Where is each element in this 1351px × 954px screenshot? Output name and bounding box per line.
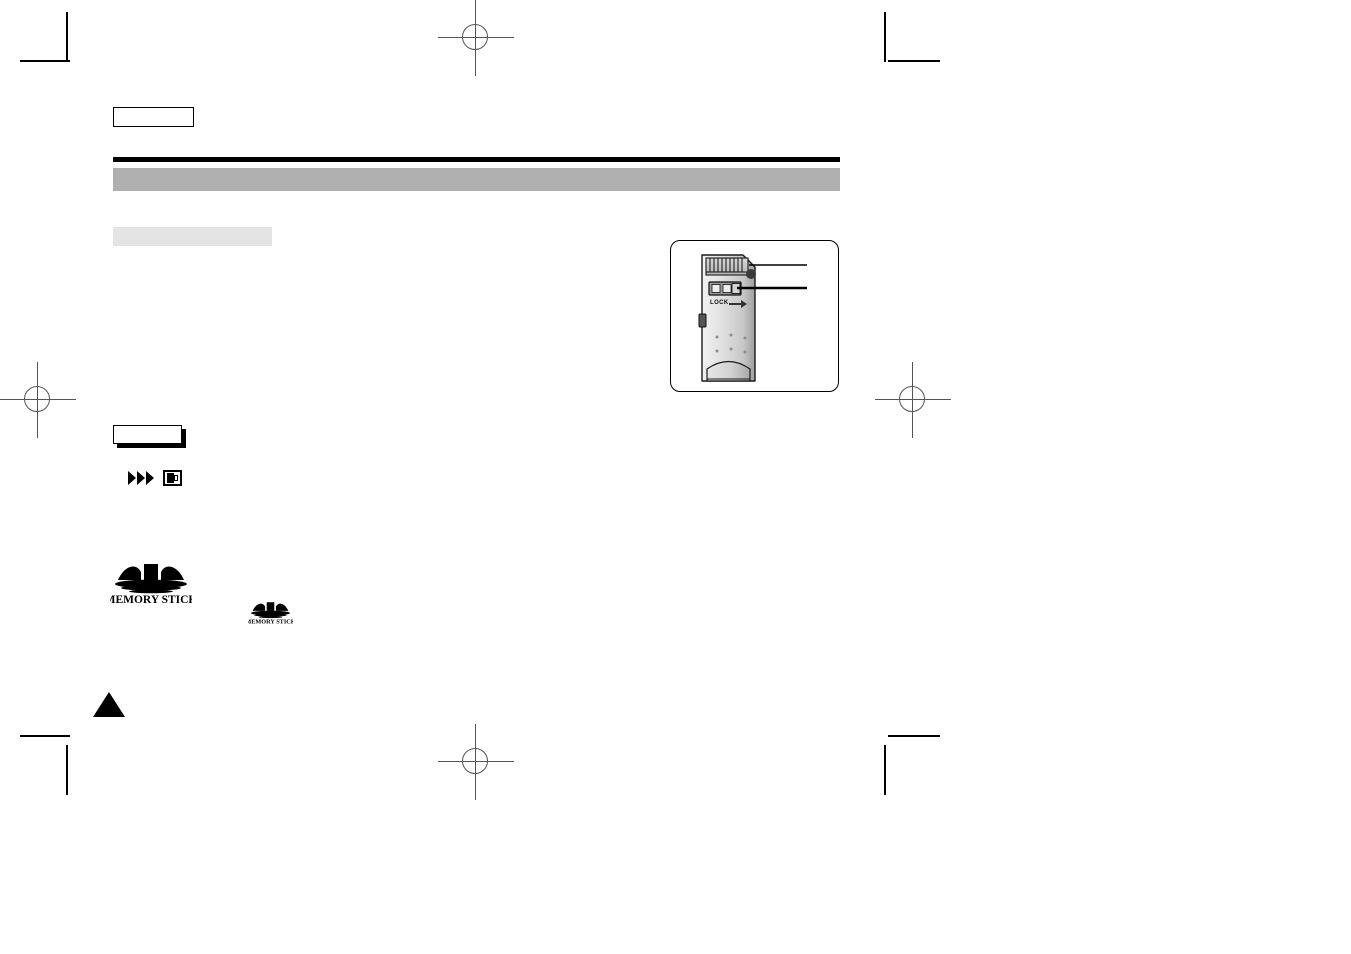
lock-label: LOCK (710, 300, 729, 306)
section-banner (113, 168, 840, 191)
header-rule (113, 157, 840, 162)
memory-stick-logo-small-text: MEMORY STICK (248, 618, 293, 625)
registration-circle (462, 24, 488, 50)
symbol-row (128, 470, 182, 486)
memory-stick-logo-large: MEMORY STICK (110, 558, 192, 606)
note-box (113, 425, 182, 444)
memory-card-icon-fill (167, 473, 174, 483)
triangle-arrow-icon (146, 471, 154, 485)
memory-card-icon (163, 470, 182, 486)
registration-mark-bottom-center (438, 724, 514, 800)
registration-circle (899, 386, 925, 412)
callout-anchor-dot (746, 269, 756, 279)
crop-mark-top-right-horizontal (888, 60, 940, 62)
memory-stick-card-diagram: LOCK (698, 254, 807, 382)
memory-stick-logo-small: MEMORY STICK (248, 599, 293, 625)
crop-mark-top-left-horizontal (20, 60, 70, 62)
crop-mark-top-right-vertical (884, 12, 886, 62)
document-page: MEMORY STICK MEMORY STICK (0, 0, 1351, 954)
registration-circle (24, 386, 50, 412)
subsection-header (113, 227, 272, 246)
crop-mark-bottom-right-horizontal (888, 735, 940, 737)
write-protect-switch-slot-left (711, 284, 721, 293)
header-chip-box (113, 107, 194, 127)
crop-mark-bottom-left-horizontal (20, 735, 70, 737)
registration-mark-right-middle (875, 362, 951, 438)
registration-mark-top-center (438, 0, 514, 76)
fast-forward-arrows-icon (128, 471, 154, 485)
memory-stick-logo-large-text: MEMORY STICK (110, 594, 192, 606)
triangle-arrow-icon (128, 471, 136, 485)
registration-mark-left-middle (0, 362, 76, 438)
crop-mark-top-left-vertical (66, 12, 68, 62)
card-side-notch (698, 313, 707, 328)
page-corner-triangle (93, 692, 125, 717)
illustration-panel: LOCK (670, 240, 839, 392)
write-protect-switch-slot-right (722, 284, 732, 293)
crop-mark-bottom-left-vertical (66, 745, 68, 795)
crop-mark-bottom-right-vertical (884, 745, 886, 795)
memory-card-icon-slot (174, 475, 178, 481)
registration-circle (462, 748, 488, 774)
triangle-arrow-icon (137, 471, 145, 485)
